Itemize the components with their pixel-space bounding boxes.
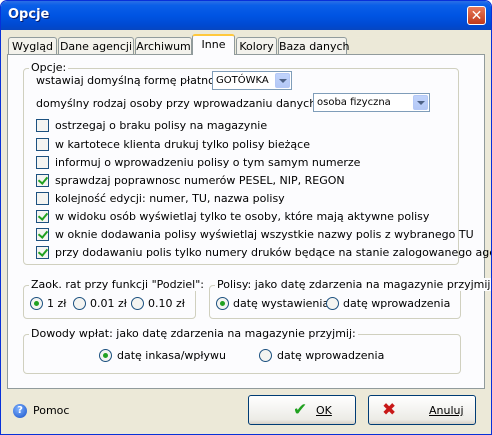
- radio-round-1zl[interactable]: [30, 297, 43, 310]
- tab-baza-danych[interactable]: Baza danych: [278, 37, 350, 54]
- checkbox-print-current-only[interactable]: [36, 138, 49, 151]
- checkbox-all-policy-names[interactable]: [36, 228, 49, 241]
- ok-label: OK: [316, 404, 332, 417]
- radio-policy-entry-date[interactable]: [326, 297, 339, 310]
- payments-group: [23, 334, 461, 374]
- options-dialog: Opcje ✕ Wygląd Dane agencji Archiwum Inn…: [0, 0, 492, 435]
- radio-label: datę wprowadzenia: [277, 349, 385, 362]
- person-type-label: domyślny rodzaj osoby przy wprowadzaniu …: [36, 97, 361, 110]
- rounding-legend: Zaok. rat przy funkcji "Podziel":: [29, 278, 207, 291]
- tab-kolory[interactable]: Kolory: [236, 37, 277, 54]
- radio-payment-collection-date[interactable]: [99, 349, 112, 362]
- radio-label: datę wprowadzenia: [343, 297, 451, 310]
- payment-form-select[interactable]: GOTÓWKA: [212, 71, 292, 90]
- radio-label: 0.01 zł: [90, 297, 127, 310]
- radio-policy-issue-date[interactable]: [216, 297, 229, 310]
- radio-label: datę wystawienia: [233, 297, 330, 310]
- tab-inne[interactable]: Inne: [192, 34, 235, 55]
- close-button[interactable]: ✕: [467, 6, 486, 25]
- payment-form-value: GOTÓWKA: [216, 75, 269, 86]
- checkbox-warn-no-policy[interactable]: [36, 119, 49, 132]
- checkbox-label: w oknie dodawania polisy wyświetlaj wszy…: [55, 228, 474, 241]
- radio-label: datę inkasa/wpływu: [117, 349, 227, 362]
- checkbox-label: kolejność edycji: numer, TU, nazwa polis…: [55, 192, 285, 205]
- dialog-footer: ? Pomoc ✔ OK ✖ Anuluj: [1, 389, 491, 434]
- checkbox-label: w kartotece klienta drukuj tylko polisy …: [55, 138, 310, 151]
- checkmark-icon: ✔: [293, 400, 308, 420]
- radio-round-001zl[interactable]: [73, 297, 86, 310]
- radio-payment-entry-date[interactable]: [259, 349, 272, 362]
- payments-legend: Dowody wpłat: jako datę zdarzenia na mag…: [29, 327, 358, 340]
- checkbox-validate-ids[interactable]: [36, 174, 49, 187]
- tab-archiwum[interactable]: Archiwum: [135, 37, 192, 54]
- checkbox-label: przy dodawaniu polis tylko numery druków…: [55, 246, 492, 259]
- checkbox-label: informuj o wprowadzeniu polisy o tym sam…: [55, 156, 361, 169]
- person-type-select[interactable]: osoba fizyczna: [313, 93, 430, 112]
- radio-label: 1 zł: [47, 297, 67, 310]
- help-link[interactable]: Pomoc: [33, 404, 69, 417]
- checkbox-label: ostrzegaj o braku polisy na magazynie: [55, 119, 268, 132]
- chevron-down-icon[interactable]: [413, 95, 428, 110]
- cancel-button[interactable]: ✖ Anuluj: [368, 395, 476, 425]
- ok-button[interactable]: ✔ OK: [248, 395, 356, 425]
- radio-round-010zl[interactable]: [131, 297, 144, 310]
- title-bar[interactable]: Opcje ✕: [1, 1, 491, 30]
- options-legend: Opcje:: [29, 61, 69, 74]
- radio-label: 0.10 zł: [148, 297, 185, 310]
- window-title: Opcje: [8, 7, 50, 22]
- chevron-down-icon[interactable]: [275, 73, 290, 88]
- help-icon[interactable]: ?: [13, 404, 27, 418]
- policies-legend: Polisy: jako datę zdarzenia na magazynie…: [215, 278, 491, 291]
- checkbox-label: w widoku osób wyświetlaj tylko te osoby,…: [55, 210, 430, 223]
- person-type-value: osoba fizyczna: [317, 97, 391, 108]
- cancel-x-icon: ✖: [382, 400, 397, 420]
- checkbox-agent-stock-numbers[interactable]: [36, 246, 49, 259]
- checkbox-edit-order[interactable]: [36, 192, 49, 205]
- payment-form-label: wstawiaj domyślną formę płatności :: [36, 74, 237, 87]
- checkbox-label: sprawdzaj poprawnosc numerów PESEL, NIP,…: [55, 174, 345, 187]
- cancel-label: Anuluj: [429, 404, 464, 417]
- tab-wyglad[interactable]: Wygląd: [8, 37, 57, 54]
- checkbox-duplicate-number[interactable]: [36, 156, 49, 169]
- checkbox-active-persons-only[interactable]: [36, 210, 49, 223]
- tab-dane-agencji[interactable]: Dane agencji: [58, 37, 134, 54]
